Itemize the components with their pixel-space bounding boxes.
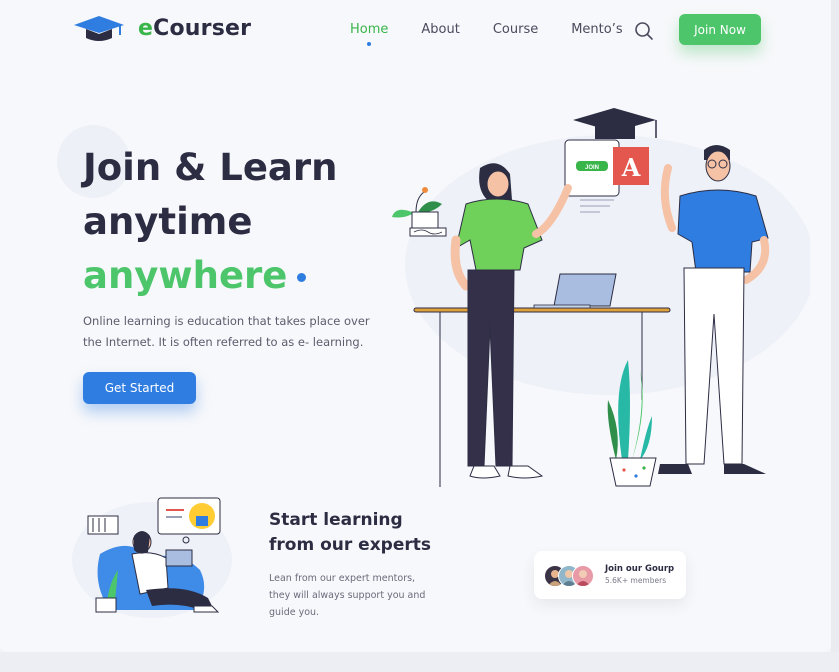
hero-title-line1: Join & Learn — [83, 146, 338, 189]
brand-name: eCourser — [138, 15, 252, 41]
brand-logo[interactable]: eCourser — [72, 14, 251, 42]
experts-illustration — [72, 497, 232, 618]
nav-mentors[interactable]: Mento’s — [571, 22, 622, 37]
join-group-card[interactable]: Join our Gourp 5.6K+ members — [534, 551, 686, 599]
member-avatars — [544, 565, 596, 587]
hero-illustration: JOIN A — [392, 108, 810, 487]
avatar — [572, 565, 594, 587]
join-now-button[interactable]: Join Now — [679, 14, 761, 45]
landing-page: eCourser Home About Course Mento’s Join … — [0, 0, 831, 652]
hero-title-line2: anytime — [83, 200, 253, 243]
main-nav: Home About Course Mento’s — [350, 22, 656, 46]
group-members-count: 5.6K+ members — [605, 576, 667, 585]
get-started-button[interactable]: Get Started — [83, 372, 196, 404]
join-sign-label: JOIN — [585, 165, 599, 171]
plant-icon — [392, 187, 447, 237]
experts-description: Lean from our expert mentors, they will … — [269, 573, 426, 618]
experts-title: Start learning from our experts — [269, 508, 431, 558]
experts-title-line2: from our experts — [269, 535, 431, 555]
accent-dot — [297, 273, 307, 282]
nav-about[interactable]: About — [421, 22, 459, 37]
hero-title: Join & Learn anytime anywhere — [83, 141, 337, 303]
group-title: Join our Gourp — [605, 564, 675, 574]
hero-title-line3: anywhere — [83, 254, 288, 297]
window-edge-bottom — [0, 652, 839, 672]
window-edge-right — [831, 0, 839, 672]
nav-home[interactable]: Home — [350, 22, 388, 46]
search-icon[interactable] — [634, 21, 654, 41]
nav-course[interactable]: Course — [493, 22, 538, 37]
graduation-cap-icon — [74, 16, 124, 41]
letter-a-label: A — [621, 153, 641, 182]
hero-description: Online learning is education that takes … — [83, 314, 370, 349]
experts-title-line1: Start learning — [269, 510, 403, 530]
